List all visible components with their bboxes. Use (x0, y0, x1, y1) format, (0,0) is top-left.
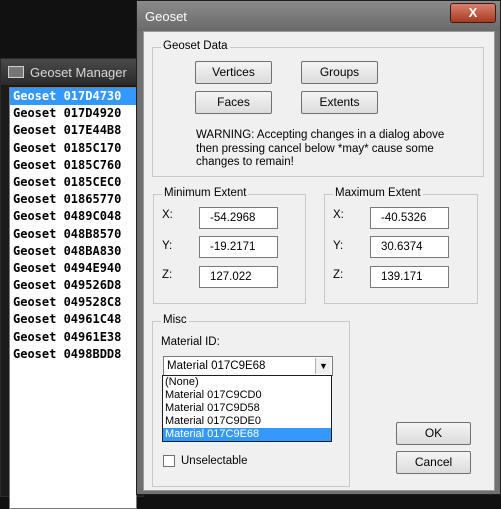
list-item[interactable]: Geoset 017D4920 (10, 105, 136, 122)
list-item[interactable]: Geoset 04961C48 (10, 311, 136, 328)
warning-text: WARNING: Accepting changes in a dialog a… (196, 129, 445, 168)
max-y-field[interactable]: 30.6374 (370, 236, 449, 258)
material-dropdown-list[interactable]: (None) Material 017C9CD0 Material 017C9D58… (162, 375, 332, 442)
maximum-extent-label: Maximum Extent (333, 187, 423, 199)
close-icon: X (468, 5, 478, 20)
misc-label: Misc (161, 314, 189, 326)
list-item[interactable]: Geoset 048BA830 (10, 243, 136, 260)
list-item[interactable]: Geoset 017E44B8 (10, 122, 136, 139)
min-z-field[interactable]: 127.022 (199, 266, 278, 288)
list-item[interactable]: Geoset 0185C760 (10, 157, 136, 174)
material-select-value: Material 017C9E68 (167, 360, 266, 372)
list-item[interactable]: Geoset 0489C048 (10, 208, 136, 225)
list-item[interactable]: Geoset 048B8570 (10, 226, 136, 243)
list-item[interactable]: Geoset 0185CEC0 (10, 174, 136, 191)
material-id-label: Material ID: (161, 336, 220, 348)
close-button[interactable]: X (450, 3, 496, 23)
geoset-data-label: Geoset Data (161, 40, 230, 52)
faces-button[interactable]: Faces (195, 91, 272, 114)
list-item[interactable]: Geoset 0185C170 (10, 140, 136, 157)
unselectable-checkbox[interactable] (163, 455, 175, 467)
geoset-manager-titlebar[interactable]: Geoset Manager (1, 59, 143, 85)
geoset-manager-title: Geoset Manager (30, 65, 127, 80)
minimum-extent-label: Minimum Extent (162, 187, 249, 199)
geoset-manager-window: Geoset Manager Geoset 017D4730 Geoset 017… (0, 58, 144, 509)
minimum-extent-group: Minimum Extent X: -54.2968 Y: -19.2171 Z… (153, 187, 306, 304)
dropdown-option[interactable]: (None) (163, 376, 331, 389)
max-x-field[interactable]: -40.5326 (370, 207, 449, 229)
min-x-field[interactable]: -54.2968 (199, 207, 278, 229)
max-y-label: Y: (333, 240, 344, 252)
min-y-field[interactable]: -19.2171 (199, 236, 278, 258)
max-x-label: X: (333, 209, 344, 221)
chevron-down-icon[interactable]: ▼ (315, 358, 331, 374)
ok-button[interactable]: OK (396, 422, 471, 445)
dropdown-option[interactable]: Material 017C9DE0 (163, 415, 331, 428)
dropdown-option[interactable]: Material 017C9CD0 (163, 389, 331, 402)
material-select[interactable]: Material 017C9E68 ▼ (163, 356, 333, 376)
list-item[interactable]: Geoset 017D4730 (10, 88, 136, 106)
maximum-extent-group: Maximum Extent X: -40.5326 Y: 30.6374 Z:… (324, 187, 478, 304)
max-z-label: Z: (333, 269, 344, 281)
dialog-body: Geoset Data Vertices Groups Faces Extent… (143, 31, 495, 491)
list-item[interactable]: Geoset 049528C8 (10, 294, 136, 311)
list-item[interactable]: Geoset 0494E940 (10, 260, 136, 277)
list-item[interactable]: Geoset 0498BDD8 (10, 346, 136, 363)
dropdown-option[interactable]: Material 017C9E68 (163, 428, 331, 441)
vertices-button[interactable]: Vertices (195, 61, 272, 84)
list-item[interactable]: Geoset 01865770 (10, 191, 136, 208)
cancel-button[interactable]: Cancel (396, 451, 471, 474)
geoset-data-group: Geoset Data Vertices Groups Faces Extent… (152, 40, 484, 177)
min-y-label: Y: (162, 240, 173, 252)
groups-button[interactable]: Groups (301, 61, 378, 84)
extents-button[interactable]: Extents (301, 91, 378, 114)
window-icon (8, 66, 24, 78)
min-z-label: Z: (162, 269, 173, 281)
geoset-list[interactable]: Geoset 017D4730 Geoset 017D4920 Geoset 017… (9, 87, 137, 509)
list-item[interactable]: Geoset 04961E38 (10, 329, 136, 346)
list-item[interactable]: Geoset 049526D8 (10, 277, 136, 294)
max-z-field[interactable]: 139.171 (370, 266, 449, 288)
dialog-title: Geoset (145, 9, 187, 24)
dropdown-option[interactable]: Material 017C9D58 (163, 402, 331, 415)
dialog-titlebar[interactable]: Geoset X (137, 1, 500, 31)
unselectable-label: Unselectable (181, 455, 248, 467)
min-x-label: X: (162, 209, 173, 221)
geoset-dialog: Geoset X Geoset Data Vertices Groups Fac… (136, 0, 501, 495)
